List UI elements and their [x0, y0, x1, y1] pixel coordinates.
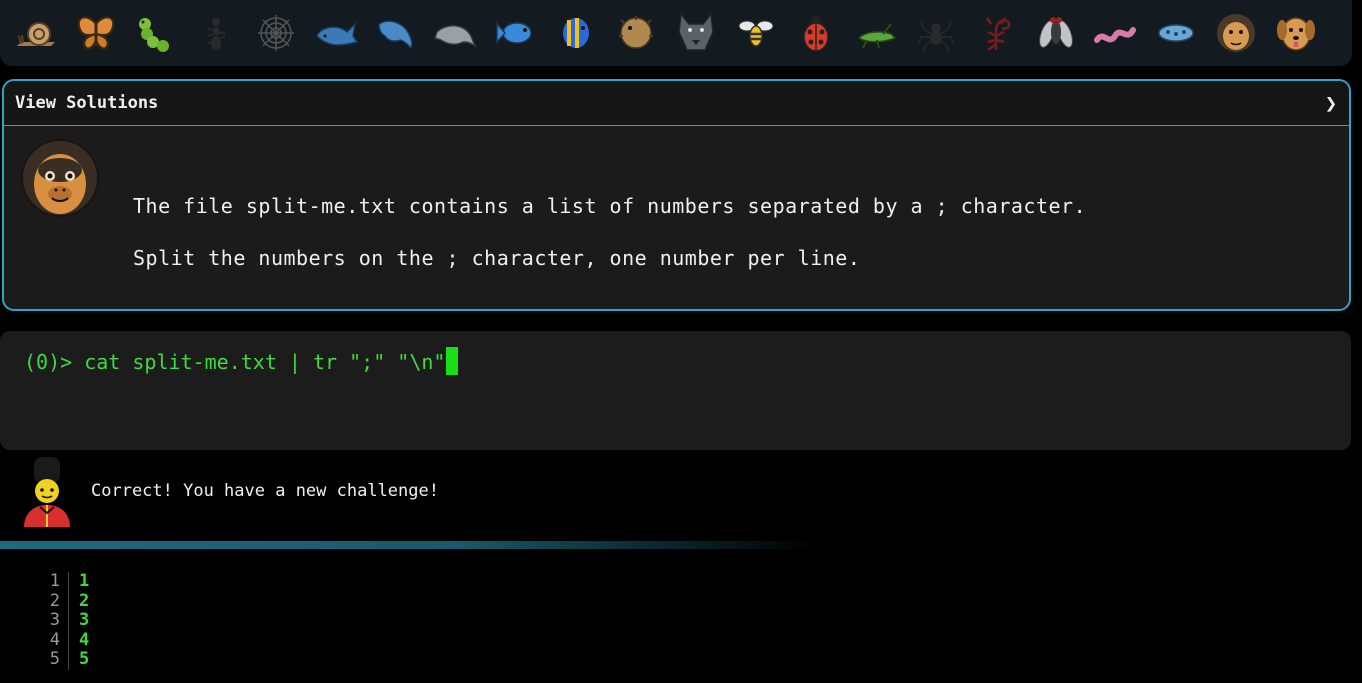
fly-icon[interactable]: [1026, 3, 1086, 63]
spider-icon[interactable]: [906, 3, 966, 63]
output-value: 1: [79, 571, 90, 591]
output-row: 4 4: [40, 629, 90, 650]
output-row: 1 1: [40, 571, 90, 592]
cricket-icon[interactable]: [846, 3, 906, 63]
blowfish-icon[interactable]: [606, 3, 666, 63]
challenge-line-1: The file split-me.txt contains a list of…: [133, 194, 1087, 218]
scorpion-icon[interactable]: [966, 3, 1026, 63]
tropical-fish-icon[interactable]: [546, 3, 606, 63]
dog-icon[interactable]: [1266, 3, 1326, 63]
butterfly-icon[interactable]: [66, 3, 126, 63]
divider: [0, 541, 820, 549]
line-number: 4: [40, 630, 69, 650]
ant-icon[interactable]: [186, 3, 246, 63]
output-value: 3: [79, 610, 90, 630]
wolf-icon[interactable]: [666, 3, 726, 63]
output-row: 3 3: [40, 610, 90, 631]
line-number: 5: [40, 649, 69, 670]
whale-icon[interactable]: [306, 3, 366, 63]
dolphin-blue-icon[interactable]: [366, 3, 426, 63]
monkey-icon[interactable]: [1206, 3, 1266, 63]
terminal[interactable]: (0)> cat split-me.txt | tr ";" "\n": [0, 331, 1351, 450]
line-number: 2: [40, 591, 69, 611]
bee-icon[interactable]: [726, 3, 786, 63]
line-number: 3: [40, 610, 69, 631]
output-value: 4: [79, 629, 90, 650]
chevron-right-icon[interactable]: ❯: [1325, 91, 1337, 115]
terminal-cursor: [446, 347, 459, 375]
guard-avatar-icon: [24, 457, 70, 527]
fish-icon[interactable]: [486, 3, 546, 63]
feedback: Correct! You have a new challenge!: [20, 454, 439, 528]
worm-icon[interactable]: [1086, 3, 1146, 63]
output-list: 1 1 2 2 3 3 4 4 5 5: [40, 571, 90, 670]
output-row: 2 2: [40, 590, 90, 611]
challenge-panel: View Solutions ❯ The file split-me.txt c…: [2, 79, 1351, 311]
monkey-avatar-icon: [21, 139, 99, 217]
challenge-description: The file split-me.txt contains a list of…: [133, 180, 1086, 284]
microbe-icon[interactable]: [1146, 3, 1206, 63]
view-solutions-toggle[interactable]: View Solutions ❯: [4, 81, 1349, 126]
spider-web-icon[interactable]: [246, 3, 306, 63]
snail-icon[interactable]: [6, 3, 66, 63]
terminal-command-input[interactable]: cat split-me.txt | tr ";" "\n": [84, 350, 445, 374]
view-solutions-label: View Solutions: [15, 93, 159, 113]
challenge-body: The file split-me.txt contains a list of…: [4, 126, 1349, 309]
feedback-message: Correct! You have a new challenge!: [91, 481, 439, 501]
output-row: 5 5: [40, 649, 90, 670]
terminal-prompt: (0)>: [24, 350, 73, 374]
output-value: 5: [79, 649, 90, 669]
animal-bar: [0, 0, 1352, 66]
dolphin-gray-icon[interactable]: [426, 3, 486, 63]
challenge-line-2: Split the numbers on the ; character, on…: [133, 246, 861, 270]
ladybug-icon[interactable]: [786, 3, 846, 63]
output-value: 2: [79, 590, 90, 611]
line-number: 1: [40, 571, 69, 592]
caterpillar-icon[interactable]: [126, 3, 186, 63]
